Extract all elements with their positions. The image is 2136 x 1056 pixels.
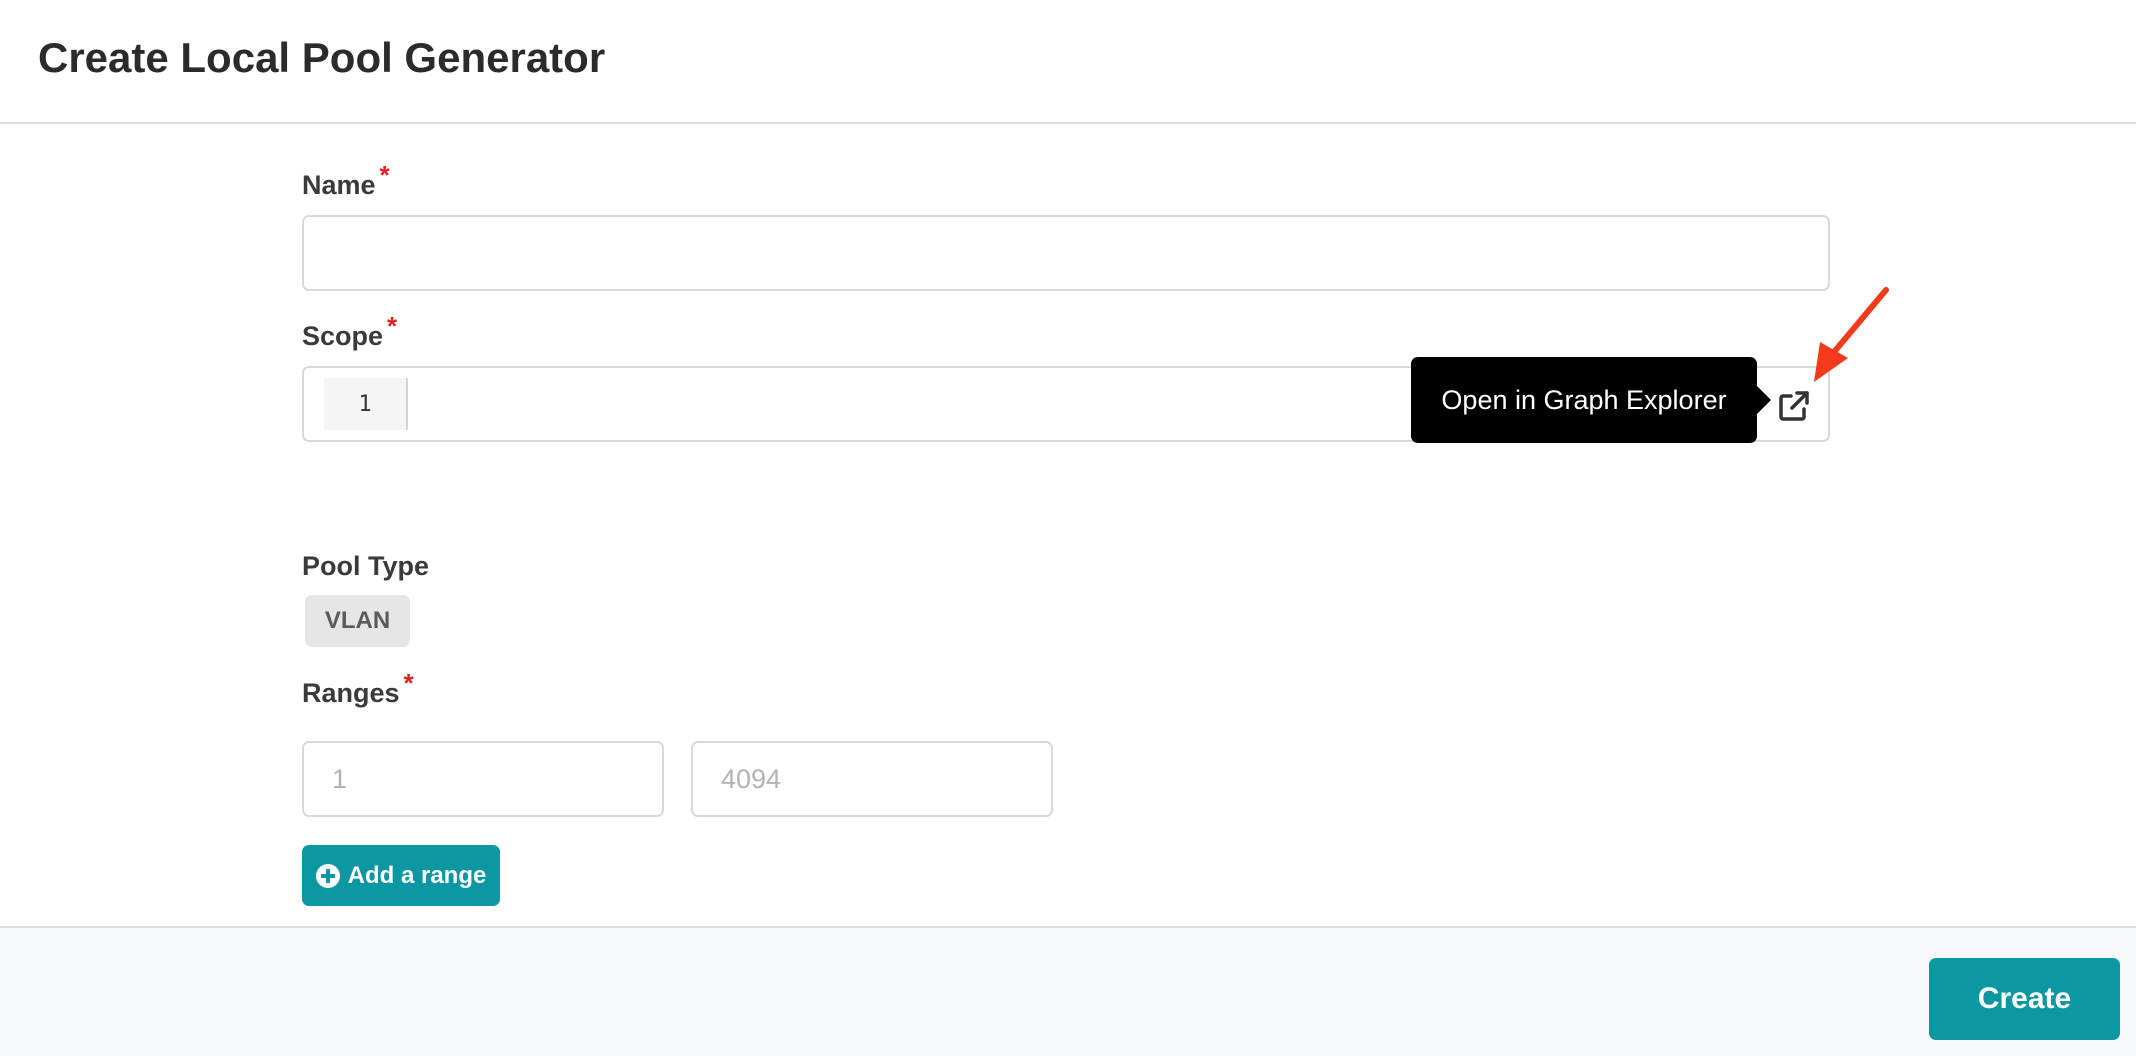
graph-explorer-tooltip: Open in Graph Explorer <box>1411 357 1771 443</box>
line-number-gutter: 1 <box>324 378 408 430</box>
create-button[interactable]: Create <box>1929 958 2120 1040</box>
name-label: Name * <box>302 160 390 201</box>
required-indicator: * <box>403 668 414 698</box>
scope-label-text: Scope <box>302 321 384 351</box>
required-indicator: * <box>387 311 398 341</box>
footer-bar: Create <box>0 926 2136 1056</box>
pool-type-badge: VLAN <box>305 595 410 647</box>
name-input[interactable] <box>302 215 1830 291</box>
page-header: Create Local Pool Generator <box>0 0 2136 124</box>
ranges-label: Ranges * <box>302 668 414 709</box>
name-label-text: Name <box>302 170 376 200</box>
add-range-button[interactable]: Add a range <box>302 845 500 906</box>
external-link-icon[interactable] <box>1776 388 1812 424</box>
add-range-label: Add a range <box>347 861 487 889</box>
scope-label: Scope * <box>302 311 397 352</box>
plus-circle-icon <box>315 863 340 888</box>
annotation-arrow-icon <box>1814 287 1889 382</box>
range-end-input[interactable] <box>691 741 1053 817</box>
page-title: Create Local Pool Generator <box>38 34 606 81</box>
ranges-label-text: Ranges <box>302 678 400 708</box>
range-start-input[interactable] <box>302 741 664 817</box>
required-indicator: * <box>379 160 390 190</box>
pool-type-label: Pool Type <box>302 551 430 581</box>
